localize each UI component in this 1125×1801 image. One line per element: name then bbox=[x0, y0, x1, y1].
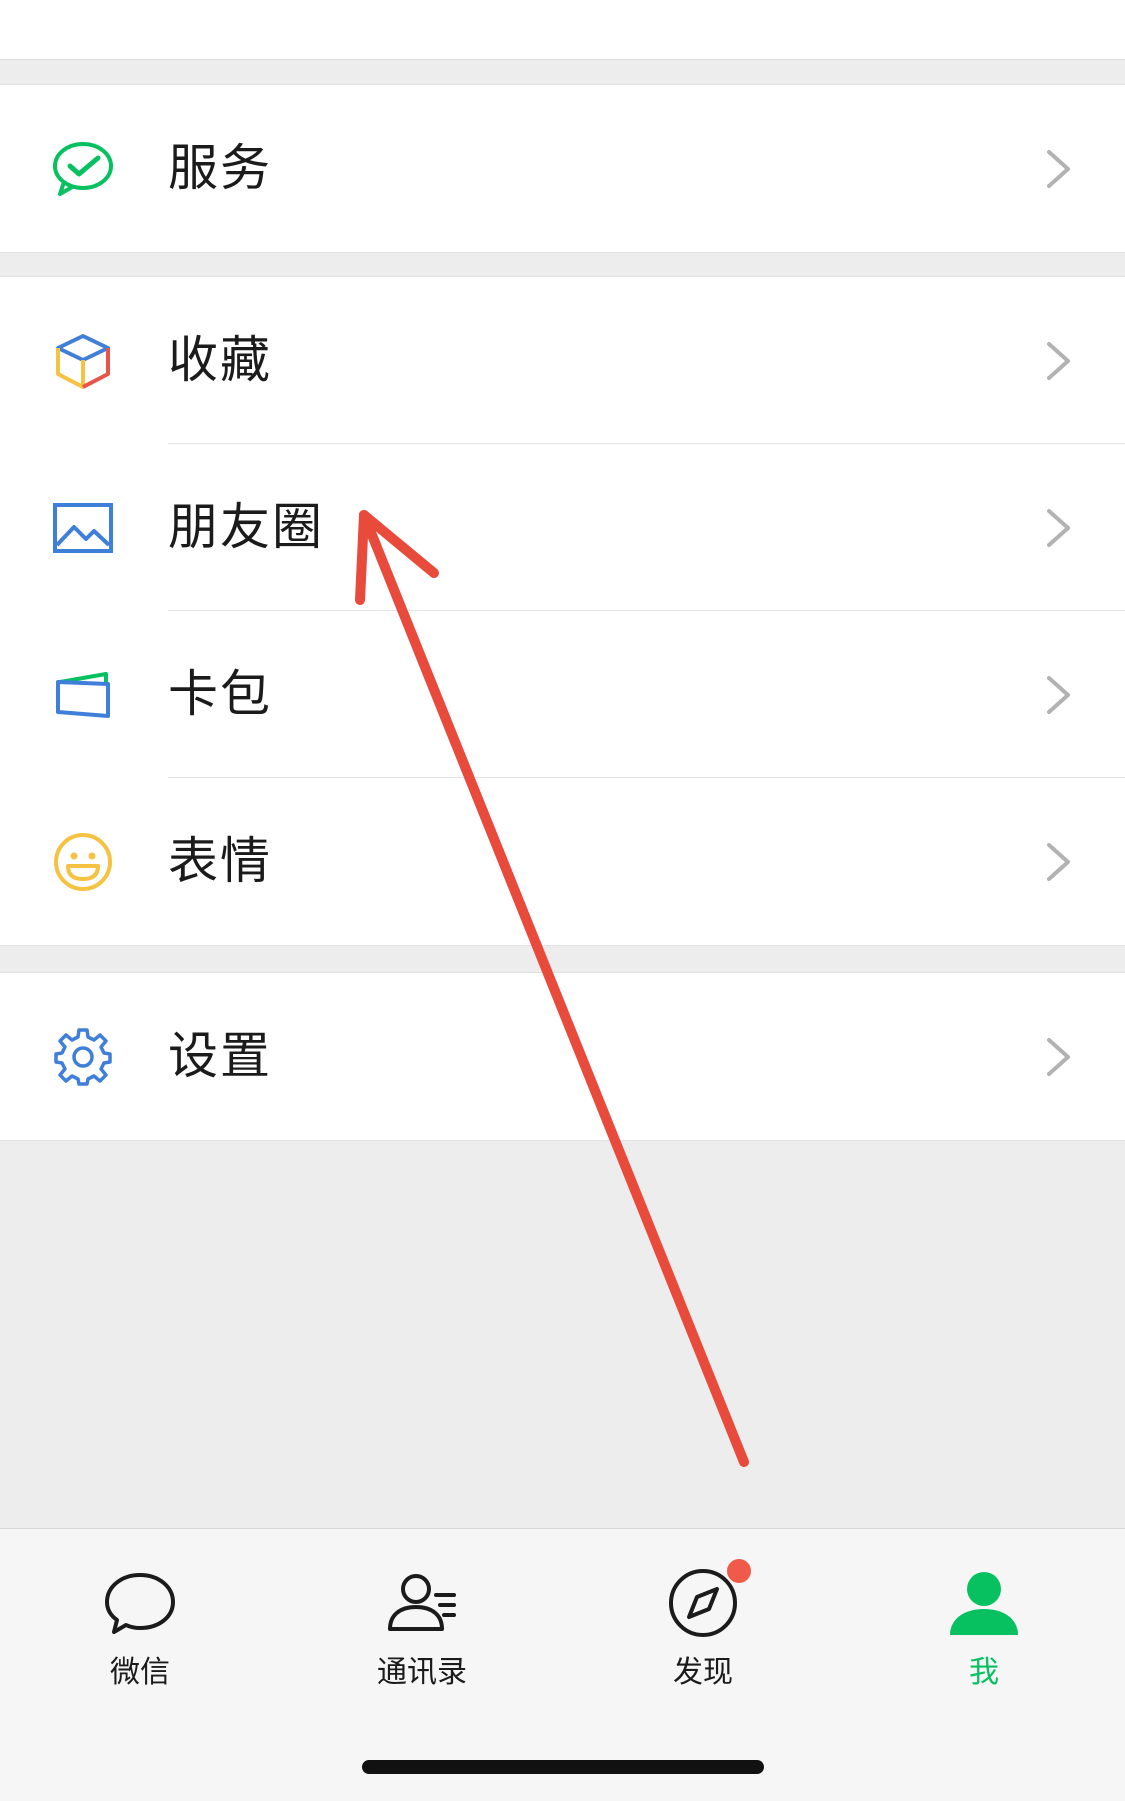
tab-me[interactable]: 我 bbox=[884, 1529, 1084, 1709]
menu-item-cards[interactable]: 卡包 bbox=[0, 611, 1125, 778]
menu-item-stickers[interactable]: 表情 bbox=[0, 778, 1125, 945]
chevron-right-icon bbox=[1047, 150, 1070, 188]
tab-contacts[interactable]: 通讯录 bbox=[322, 1529, 522, 1709]
wechat-pay-check-icon bbox=[52, 138, 114, 200]
tab-chats[interactable]: 微信 bbox=[40, 1529, 240, 1709]
chevron-right-icon bbox=[1047, 342, 1070, 380]
notification-dot bbox=[725, 1557, 753, 1585]
top-card-edge bbox=[0, 0, 1125, 60]
tab-label-discover: 发现 bbox=[673, 1655, 733, 1690]
settings-group: 设置 bbox=[0, 972, 1125, 1141]
menu-label-moments: 朋友圈 bbox=[168, 498, 324, 556]
cube-icon bbox=[52, 330, 114, 392]
menu-label-settings: 设置 bbox=[168, 1027, 272, 1085]
menu-label-services: 服务 bbox=[168, 139, 272, 197]
home-indicator[interactable] bbox=[362, 1760, 764, 1774]
chevron-right-icon bbox=[1047, 1038, 1070, 1076]
tab-discover[interactable]: 发现 bbox=[603, 1529, 803, 1709]
menu-label-stickers: 表情 bbox=[168, 832, 272, 890]
tab-label-contacts: 通讯录 bbox=[377, 1655, 467, 1690]
menu-item-settings[interactable]: 设置 bbox=[0, 973, 1125, 1140]
services-group: 服务 bbox=[0, 84, 1125, 253]
chat-bubble-icon bbox=[105, 1573, 175, 1634]
menu-item-services[interactable]: 服务 bbox=[0, 85, 1125, 252]
person-icon bbox=[950, 1572, 1018, 1635]
tab-label-me: 我 bbox=[969, 1655, 999, 1690]
menu-item-moments[interactable]: 朋友圈 bbox=[0, 444, 1125, 611]
tab-label-chats: 微信 bbox=[110, 1655, 170, 1690]
card-wallet-icon bbox=[52, 664, 114, 726]
chevron-right-icon bbox=[1047, 843, 1070, 881]
landscape-photo-icon bbox=[52, 497, 114, 559]
smiley-face-icon bbox=[52, 831, 114, 893]
chevron-right-icon bbox=[1047, 509, 1070, 547]
menu-item-favorites[interactable]: 收藏 bbox=[0, 277, 1125, 444]
chevron-right-icon bbox=[1047, 676, 1070, 714]
contacts-icon bbox=[388, 1574, 456, 1631]
gear-icon bbox=[52, 1026, 114, 1088]
menu-label-cards: 卡包 bbox=[168, 665, 272, 723]
menu-label-favorites: 收藏 bbox=[168, 331, 272, 389]
features-group: 收藏 朋友圈 卡包 表情 bbox=[0, 276, 1125, 946]
